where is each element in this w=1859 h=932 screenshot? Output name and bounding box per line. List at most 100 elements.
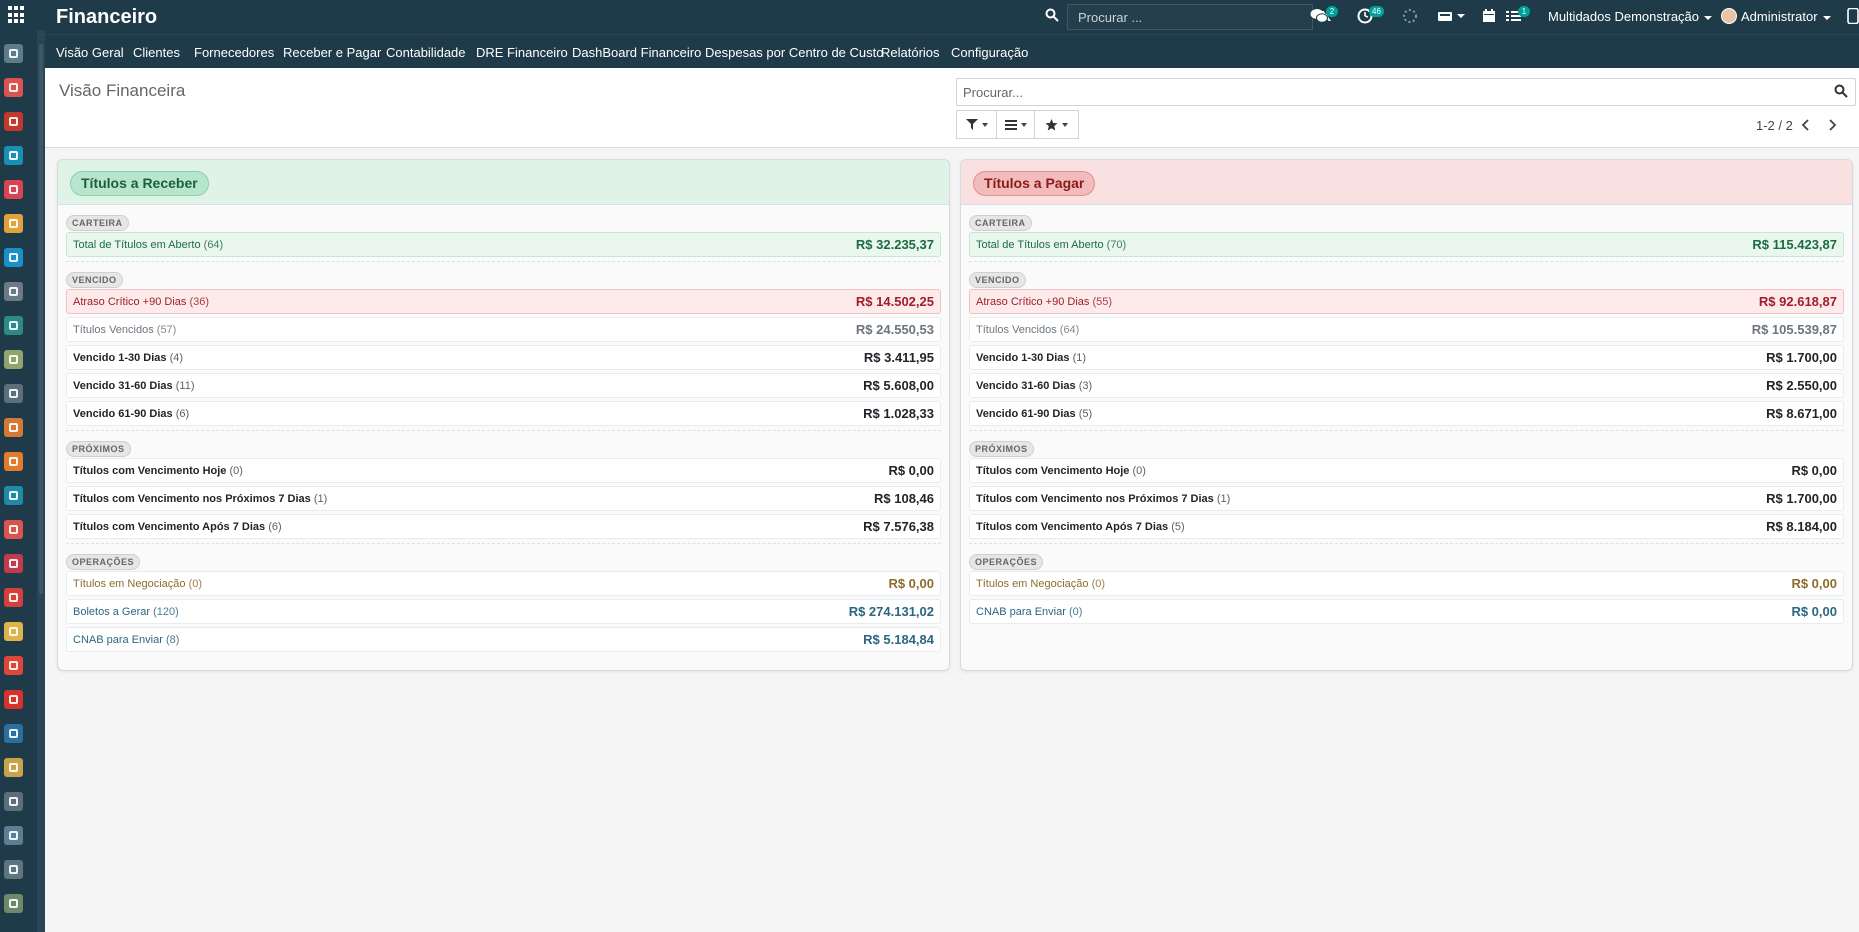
user-menu[interactable]: Administrator bbox=[1741, 9, 1831, 24]
app-home-icon[interactable] bbox=[4, 44, 23, 63]
app-title[interactable]: Financeiro bbox=[56, 6, 157, 29]
global-search-input[interactable]: Procurar ... bbox=[1067, 4, 1313, 30]
row-label: Títulos com Vencimento Hoje bbox=[73, 465, 227, 477]
row-vencimento-hoje[interactable]: Títulos com Vencimento Hoje (0) R$ 0,00 bbox=[66, 458, 941, 483]
cash-register-caret-icon[interactable] bbox=[1457, 14, 1465, 18]
app-presentation-icon[interactable] bbox=[4, 826, 23, 845]
sidebar-scrollbar-thumb[interactable] bbox=[39, 44, 43, 594]
app-sales-icon[interactable] bbox=[4, 180, 23, 199]
row-titulos-negociacao[interactable]: Títulos em Negociação (0) R$ 0,00 bbox=[66, 571, 941, 596]
row-label: Vencido 31-60 Dias bbox=[976, 380, 1076, 392]
row-count: (0) bbox=[229, 465, 243, 477]
row-count: (6) bbox=[268, 521, 282, 533]
calendar-icon[interactable] bbox=[1480, 8, 1498, 24]
row-count: (0) bbox=[1132, 465, 1146, 477]
app-purchase-icon[interactable] bbox=[4, 418, 23, 437]
row-titulos-vencidos[interactable]: Títulos Vencidos (57) R$ 24.550,53 bbox=[66, 317, 941, 342]
pager-next-icon[interactable] bbox=[1823, 116, 1841, 134]
divider bbox=[66, 543, 941, 544]
app-helpdesk-icon[interactable] bbox=[4, 112, 23, 131]
menu-despesas-centro-custo[interactable]: Despesas por Centro de Custo bbox=[705, 45, 883, 60]
card-title[interactable]: Títulos a Pagar bbox=[973, 171, 1096, 196]
app-survey-icon[interactable] bbox=[4, 384, 23, 403]
row-total-titulos-aberto[interactable]: Total de Títulos em Aberto (70) R$ 115.4… bbox=[969, 232, 1844, 257]
pager-previous-icon[interactable] bbox=[1797, 116, 1815, 134]
app-menu-grid-icon[interactable] bbox=[8, 6, 26, 24]
row-value: R$ 5.184,84 bbox=[863, 632, 934, 647]
row-count: (3) bbox=[1078, 380, 1093, 392]
favorites-button[interactable] bbox=[1034, 110, 1079, 139]
app-discuss-icon[interactable] bbox=[4, 78, 23, 97]
menu-configuracao[interactable]: Configuração bbox=[951, 45, 1028, 60]
app-list-icon[interactable] bbox=[4, 588, 23, 607]
app-dashboard-icon[interactable] bbox=[4, 656, 23, 675]
row-count: (5) bbox=[1078, 408, 1093, 420]
row-titulos-vencidos[interactable]: Títulos Vencidos (64) R$ 105.539,87 bbox=[969, 317, 1844, 342]
row-titulos-negociacao[interactable]: Títulos em Negociação (0) R$ 0,00 bbox=[969, 571, 1844, 596]
search-icon[interactable] bbox=[1045, 8, 1059, 22]
cash-register-icon[interactable] bbox=[1437, 8, 1455, 24]
mobile-icon[interactable] bbox=[1847, 8, 1859, 24]
app-contacts-icon[interactable] bbox=[4, 316, 23, 335]
app-expenses-icon[interactable] bbox=[4, 758, 23, 777]
row-vencimento-7-dias[interactable]: Títulos com Vencimento nos Próximos 7 Di… bbox=[66, 486, 941, 511]
menu-contabilidade[interactable]: Contabilidade bbox=[386, 45, 466, 60]
row-vencido-1-30[interactable]: Vencido 1-30 Dias (1) R$ 1.700,00 bbox=[969, 345, 1844, 370]
app-reports-icon[interactable] bbox=[4, 520, 23, 539]
card-title[interactable]: Títulos a Receber bbox=[70, 171, 209, 196]
row-atraso-critico[interactable]: Atraso Crítico +90 Dias (36) R$ 14.502,2… bbox=[66, 289, 941, 314]
pager-value[interactable]: 1-2 / 2 bbox=[1756, 118, 1793, 133]
row-value: R$ 8.671,00 bbox=[1766, 406, 1837, 421]
row-boletos-a-gerar[interactable]: Boletos a Gerar (120) R$ 274.131,02 bbox=[66, 599, 941, 624]
app-invoicing-icon[interactable] bbox=[4, 350, 23, 369]
menu-fornecedores[interactable]: Fornecedores bbox=[194, 45, 274, 60]
menu-clientes[interactable]: Clientes bbox=[133, 45, 180, 60]
row-count: (0) bbox=[188, 578, 203, 590]
row-value: R$ 92.618,87 bbox=[1758, 294, 1837, 309]
row-cnab-para-enviar[interactable]: CNAB para Enviar (0) R$ 0,00 bbox=[969, 599, 1844, 624]
row-vencimento-hoje[interactable]: Títulos com Vencimento Hoje (0) R$ 0,00 bbox=[969, 458, 1844, 483]
app-whatsapp-icon[interactable] bbox=[4, 486, 23, 505]
menu-dashboard-financeiro[interactable]: DashBoard Financeiro bbox=[572, 45, 701, 60]
app-folder-icon[interactable] bbox=[4, 690, 23, 709]
row-vencimento-apos-7[interactable]: Títulos com Vencimento Após 7 Dias (5) R… bbox=[969, 514, 1844, 539]
app-fleet-icon[interactable] bbox=[4, 860, 23, 879]
search-input[interactable]: Procurar... bbox=[956, 78, 1856, 106]
app-finance-icon[interactable] bbox=[4, 724, 23, 743]
row-total-titulos-aberto[interactable]: Total de Títulos em Aberto (64) R$ 32.23… bbox=[66, 232, 941, 257]
app-tools-icon[interactable] bbox=[4, 554, 23, 573]
app-website-icon[interactable] bbox=[4, 452, 23, 471]
row-vencido-61-90[interactable]: Vencido 61-90 Dias (5) R$ 8.671,00 bbox=[969, 401, 1844, 426]
group-by-button[interactable] bbox=[996, 110, 1035, 139]
app-notes-icon[interactable] bbox=[4, 282, 23, 301]
row-cnab-para-enviar[interactable]: CNAB para Enviar (8) R$ 5.184,84 bbox=[66, 627, 941, 652]
app-calendar-icon[interactable] bbox=[4, 214, 23, 233]
menu-receber-e-pagar[interactable]: Receber e Pagar bbox=[283, 45, 381, 60]
menu-dre-financeiro[interactable]: DRE Financeiro bbox=[476, 45, 568, 60]
app-pos-icon[interactable] bbox=[4, 622, 23, 641]
app-documents-icon[interactable] bbox=[4, 248, 23, 267]
user-avatar[interactable] bbox=[1721, 8, 1737, 24]
search-icon[interactable] bbox=[1834, 84, 1848, 98]
divider bbox=[969, 543, 1844, 544]
row-count: (0) bbox=[1091, 578, 1106, 590]
row-vencido-31-60[interactable]: Vencido 31-60 Dias (3) R$ 2.550,00 bbox=[969, 373, 1844, 398]
filters-button[interactable] bbox=[956, 110, 997, 139]
app-settings-icon[interactable] bbox=[4, 146, 23, 165]
row-count: (64) bbox=[1059, 324, 1080, 336]
row-atraso-critico[interactable]: Atraso Crítico +90 Dias (55) R$ 92.618,8… bbox=[969, 289, 1844, 314]
row-vencido-61-90[interactable]: Vencido 61-90 Dias (6) R$ 1.028,33 bbox=[66, 401, 941, 426]
row-vencido-31-60[interactable]: Vencido 31-60 Dias (11) R$ 5.608,00 bbox=[66, 373, 941, 398]
menu-visao-geral[interactable]: Visão Geral bbox=[56, 45, 124, 60]
row-vencimento-7-dias[interactable]: Títulos com Vencimento nos Próximos 7 Di… bbox=[969, 486, 1844, 511]
app-recruitment-icon[interactable] bbox=[4, 894, 23, 913]
star-icon bbox=[1045, 118, 1058, 130]
filter-icon bbox=[965, 119, 978, 130]
app-inventory-icon[interactable] bbox=[4, 792, 23, 811]
row-label: Títulos Vencidos bbox=[73, 324, 154, 336]
menu-relatorios[interactable]: Relatórios bbox=[881, 45, 940, 60]
row-vencido-1-30[interactable]: Vencido 1-30 Dias (4) R$ 3.411,95 bbox=[66, 345, 941, 370]
row-value: R$ 0,00 bbox=[888, 576, 934, 591]
company-switcher[interactable]: Multidados Demonstração bbox=[1548, 9, 1713, 24]
row-vencimento-apos-7[interactable]: Títulos com Vencimento Após 7 Dias (6) R… bbox=[66, 514, 941, 539]
